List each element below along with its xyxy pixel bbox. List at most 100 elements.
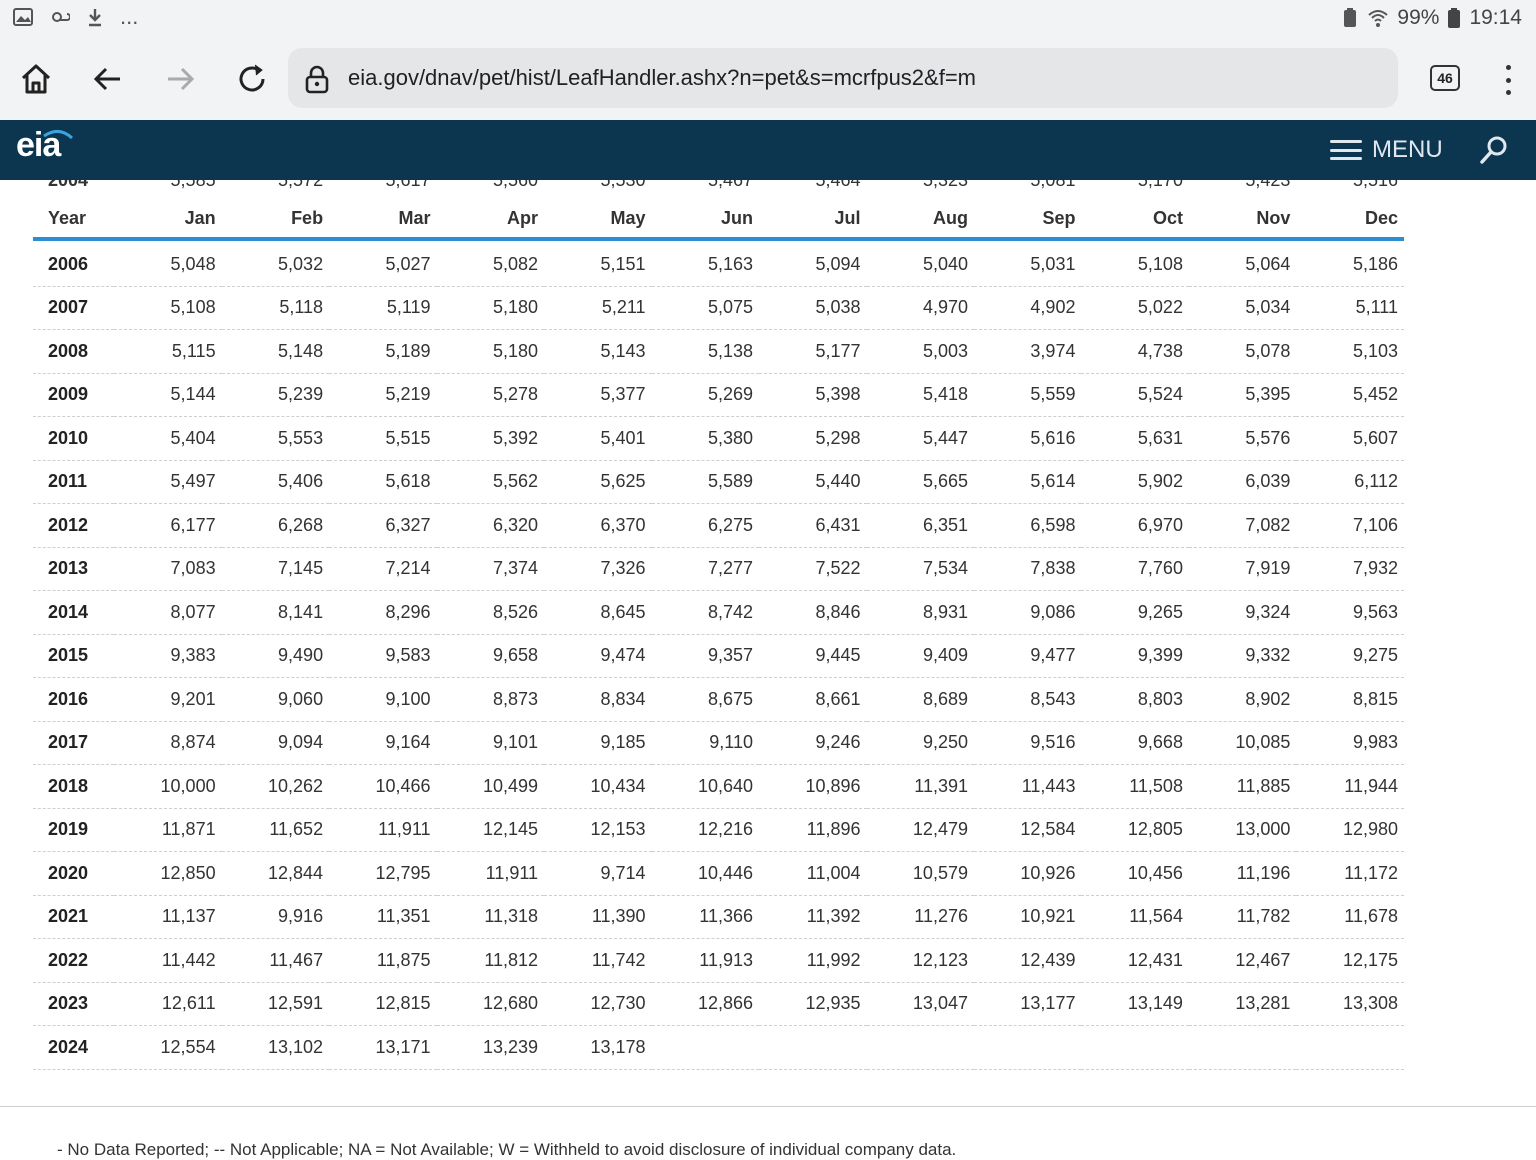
cell-value: 5,119 (329, 286, 437, 330)
cell-value (1296, 1025, 1404, 1070)
cell-value: 11,782 (1188, 895, 1297, 939)
column-header-jun: Jun (721, 207, 754, 228)
cell-value: 11,392 (759, 895, 867, 939)
cell-value: 12,980 (1296, 808, 1404, 852)
cell-value: 5,034 (1188, 286, 1297, 330)
cell-value: 12,175 (1296, 938, 1404, 983)
cell-value: 5,902 (1081, 460, 1189, 504)
table-row: 2018 10,000 10,262 10,466 10,499 10,434 10,640… (33, 764, 1404, 809)
cell-value: 13,281 (1188, 982, 1297, 1026)
cell-value: 12,467 (1188, 938, 1297, 983)
table-row: 2019 11,871 11,652 11,911 12,145 12,153 12,216… (33, 808, 1404, 852)
menu-button[interactable]: MENU (1330, 136, 1443, 164)
cell-value: 11,913 (651, 938, 760, 983)
cell-value: 8,141 (221, 590, 330, 635)
cell-value: 5,211 (544, 286, 652, 330)
home-button[interactable] (14, 57, 58, 101)
cell-value: 5,108 (114, 286, 222, 330)
cell-value: 5,151 (544, 243, 652, 287)
cell-value: 9,516 (973, 721, 1082, 765)
cell-value: 7,932 (1296, 547, 1404, 591)
cell-value: 4,738 (1081, 329, 1189, 374)
cell-value: 11,911 (436, 851, 545, 896)
reload-button[interactable] (230, 57, 274, 101)
cell-value: 11,564 (1081, 895, 1189, 939)
cell-value: 12,584 (973, 808, 1082, 852)
forward-button[interactable] (158, 57, 202, 101)
cell-value: 9,983 (1296, 721, 1404, 765)
cell-value: 11,992 (759, 938, 867, 983)
cell-value: 5,576 (1188, 416, 1297, 461)
cell-value: 12,145 (436, 808, 545, 852)
cell-value: 11,812 (436, 938, 545, 983)
cell-value: 10,434 (544, 764, 652, 809)
cell-value: 10,921 (973, 895, 1082, 939)
cell-value: 9,265 (1081, 590, 1189, 635)
system-status: 99% 19:14 (1341, 6, 1522, 30)
column-header-dec: Dec (1364, 207, 1398, 228)
cell-value: 6,275 (651, 503, 760, 548)
cell-value: 9,668 (1081, 721, 1189, 765)
cell-value: 5,553 (221, 416, 330, 461)
cell-value: 8,902 (1188, 677, 1297, 722)
table-row: 2008 5,115 5,148 5,189 5,180 5,143 5,138 5,177 5… (33, 329, 1404, 374)
cell-value: 10,456 (1081, 851, 1189, 896)
forward-arrow-icon (168, 67, 195, 91)
cell-value: 9,474 (544, 634, 652, 678)
cell-value: 6,112 (1296, 460, 1404, 504)
url-text[interactable]: eia.gov/dnav/pet/hist/LeafHandler.ashx?n… (348, 65, 976, 91)
cell-value: 7,919 (1188, 547, 1297, 591)
row-year: 2008 (33, 329, 115, 374)
cell-value: 9,563 (1296, 590, 1404, 635)
cell-value: 6,351 (866, 503, 974, 548)
cell-value: 8,815 (1296, 677, 1404, 722)
cell-value: 9,357 (651, 634, 760, 678)
wifi-icon (1368, 10, 1389, 27)
table-row: 2020 12,850 12,844 12,795 11,911 9,714 10,446 1… (33, 851, 1404, 896)
browser-menu-button[interactable] (1498, 60, 1518, 100)
cell-value: 11,678 (1296, 895, 1404, 939)
clock: 19:14 (1469, 6, 1522, 29)
cell-value: 11,318 (436, 895, 545, 939)
eia-logo[interactable]: eia (16, 126, 61, 165)
cell-value: 9,060 (221, 677, 330, 722)
cell-value: 13,177 (973, 982, 1082, 1026)
table-row: 2007 5,108 5,118 5,119 5,180 5,211 5,075 5,038 4… (33, 286, 1404, 330)
home-icon (21, 64, 51, 94)
cell-value: 9,658 (436, 634, 545, 678)
cell-value: 12,866 (651, 982, 760, 1026)
cell-value: 12,216 (651, 808, 760, 852)
cell-value: 7,760 (1081, 547, 1189, 591)
cell-value: 5,048 (114, 243, 222, 287)
cell-value: 13,102 (221, 1025, 330, 1070)
cell-value: 7,522 (759, 547, 867, 591)
back-button[interactable] (86, 57, 130, 101)
cell-value: 7,277 (651, 547, 760, 591)
cell-value: 9,250 (866, 721, 974, 765)
cell-value: 12,730 (544, 982, 652, 1026)
table-row: 2009 5,144 5,239 5,219 5,278 5,377 5,269 5,398 5… (33, 373, 1404, 417)
cell-value: 9,185 (544, 721, 652, 765)
cell-value: 5,401 (544, 416, 652, 461)
notification-icons: ... (12, 6, 138, 28)
cell-value: 9,086 (973, 590, 1082, 635)
table-row: 2011 5,497 5,406 5,618 5,562 5,625 5,589 5,440 5… (33, 460, 1404, 504)
cell-value: 9,100 (329, 677, 437, 722)
cell-value: 5,003 (866, 329, 974, 374)
cell-value: 6,177 (114, 503, 222, 548)
header-divider (33, 237, 1404, 241)
address-bar[interactable]: eia.gov/dnav/pet/hist/LeafHandler.ashx?n… (288, 48, 1398, 108)
hamburger-icon (1330, 140, 1362, 160)
search-icon[interactable] (1478, 134, 1510, 166)
row-year: 2021 (33, 895, 115, 939)
table-row: 2013 7,083 7,145 7,214 7,374 7,326 7,277 7,522 7… (33, 547, 1404, 591)
cell-value: 12,850 (114, 851, 222, 896)
cell-value: 11,276 (866, 895, 974, 939)
tab-switcher-button[interactable]: 46 (1430, 65, 1460, 91)
cell-value (866, 1025, 974, 1070)
cell-value: 11,508 (1081, 764, 1189, 809)
cell-value: 5,607 (1296, 416, 1404, 461)
table-row: 2006 5,048 5,032 5,027 5,082 5,151 5,163 5,094 5… (33, 243, 1404, 287)
table-row: 2021 11,137 9,916 11,351 11,318 11,390 11,366 1… (33, 895, 1404, 939)
row-year: 2018 (33, 764, 115, 809)
